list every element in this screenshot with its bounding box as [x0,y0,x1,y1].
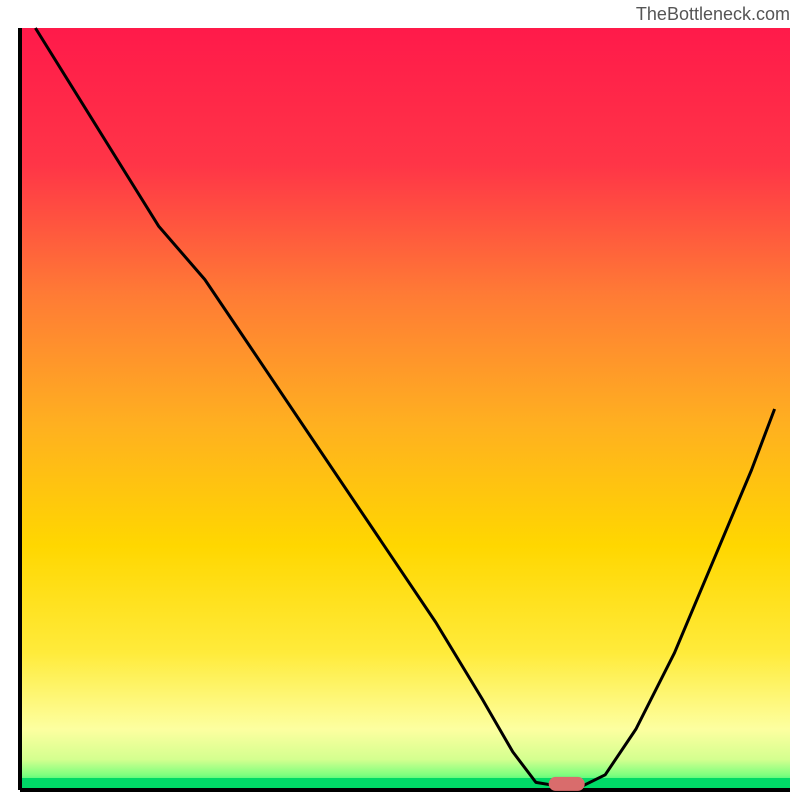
chart-svg [0,0,800,800]
bottleneck-chart [0,0,800,800]
optimal-marker [549,777,585,791]
gradient-background [20,28,790,790]
attribution-text: TheBottleneck.com [636,4,790,25]
